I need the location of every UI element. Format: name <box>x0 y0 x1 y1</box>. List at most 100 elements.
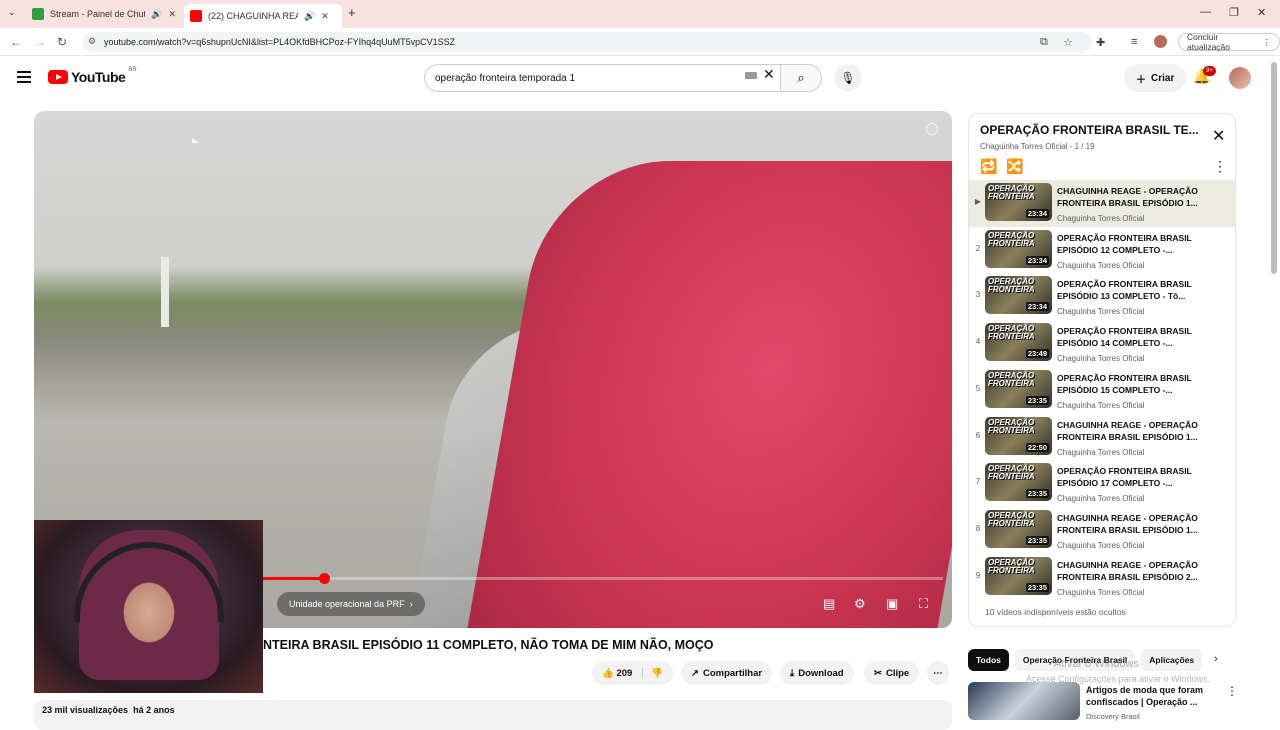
address-bar-row: ← → ↻ ⚙ youtube.com/watch?v=q6shupnUcNI&… <box>0 28 1280 56</box>
playlist-item[interactable]: ▶ OPERAÇÃO FRONTEIRA 23:34 CHAGUINHA REAGE … <box>969 180 1235 227</box>
info-icon[interactable] <box>926 123 938 135</box>
recommendation-thumbnail[interactable] <box>968 682 1080 720</box>
back-icon[interactable]: ← <box>10 35 22 49</box>
playlist-title[interactable]: OPERAÇÃO FRONTEIRA BRASIL TE... <box>980 123 1202 137</box>
chip-aplicacoes[interactable]: Aplicações <box>1141 649 1203 671</box>
close-icon[interactable]: ✕ <box>321 11 329 22</box>
shuffle-icon[interactable]: 🔀 <box>1006 158 1023 175</box>
scrubber-handle[interactable] <box>319 573 331 584</box>
minimize-icon[interactable]: — <box>1200 6 1211 18</box>
update-label: Concluir atualização <box>1187 32 1231 52</box>
media-control-icon[interactable]: ≡ <box>1131 36 1137 48</box>
create-button[interactable]: ＋ Criar <box>1124 64 1187 92</box>
windows-activation-title: Ativar o Windows <box>1054 658 1139 670</box>
download-label: Download <box>798 667 844 679</box>
close-window-icon[interactable]: ✕ <box>1257 6 1266 19</box>
fullscreen-icon[interactable]: ⛶ <box>919 596 928 612</box>
subtitles-icon[interactable]: ▤ <box>823 596 835 612</box>
playlist-item-channel: Chaguinha Torres Oficial <box>1057 400 1145 410</box>
recommendation-item[interactable]: Artigos de moda que foram confiscados | … <box>968 682 1238 721</box>
notification-badge: 9+ <box>1203 66 1216 76</box>
page-scrollbar[interactable] <box>1271 62 1277 274</box>
playlist-thumbnail[interactable]: OPERAÇÃO FRONTEIRA 23:34 <box>985 229 1052 268</box>
playlist-item[interactable]: 9 OPERAÇÃO FRONTEIRA 23:35 CHAGUINHA REAGE … <box>969 554 1235 601</box>
tab-stream[interactable]: Stream - Painel de Chutes 🔊 ✕ <box>26 4 182 24</box>
clip-button[interactable]: ✂ Clipe <box>864 661 920 685</box>
extensions-icon[interactable]: ✚ <box>1096 36 1105 49</box>
chapter-chip[interactable]: Unidade operacional da PRF › <box>277 592 425 616</box>
keyboard-icon[interactable] <box>745 72 757 79</box>
dislike-button[interactable]: 👎 <box>642 667 663 679</box>
youtube-logo[interactable]: YouTube BR <box>48 67 137 85</box>
more-vert-icon[interactable]: ⋮ <box>1226 684 1238 698</box>
miniplayer-icon[interactable]: ▣ <box>886 596 898 612</box>
playlist-thumbnail[interactable]: OPERAÇÃO FRONTEIRA 23:35 <box>985 369 1052 408</box>
loop-icon[interactable]: 🔁 <box>980 158 997 175</box>
like-dislike-group: 👍 209 👎 <box>592 661 674 685</box>
account-avatar[interactable] <box>1229 67 1251 89</box>
install-icon[interactable]: ⧉ <box>1040 36 1048 49</box>
playlist-thumbnail[interactable]: OPERAÇÃO FRONTEIRA 22:50 <box>985 416 1052 455</box>
like-button[interactable]: 👍 209 <box>602 668 632 679</box>
playlist-item[interactable]: 2 OPERAÇÃO FRONTEIRA 23:34 OPERAÇÃO FRONTEI… <box>969 227 1235 274</box>
speaker-icon[interactable]: 🔊 <box>151 9 162 20</box>
playlist-thumbnail[interactable]: OPERAÇÃO FRONTEIRA 23:34 <box>985 276 1052 315</box>
playlist-panel: OPERAÇÃO FRONTEIRA BRASIL TE... Chaguinh… <box>968 113 1236 627</box>
playlist-thumbnail[interactable]: OPERAÇÃO FRONTEIRA 23:49 <box>985 323 1052 362</box>
playlist-item[interactable]: 5 OPERAÇÃO FRONTEIRA 23:35 OPERAÇÃO FRONTEI… <box>969 367 1235 414</box>
voice-search-button[interactable]: 🎙 <box>834 64 862 92</box>
playlist-item[interactable]: 6 OPERAÇÃO FRONTEIRA 22:50 CHAGUINHA REAGE … <box>969 414 1235 461</box>
new-tab-button[interactable]: + <box>348 5 356 20</box>
playlist-thumbnail[interactable]: OPERAÇÃO FRONTEIRA 23:35 <box>985 556 1052 595</box>
tab-youtube[interactable]: (22) CHAGUINHA REAGE - ( 🔊 ✕ <box>184 4 342 28</box>
site-info-icon[interactable]: ⚙ <box>88 36 96 47</box>
create-label: Criar <box>1151 72 1175 84</box>
search-input[interactable]: operação fronteira temporada 1 <box>424 64 780 92</box>
url-field[interactable]: ⚙ youtube.com/watch?v=q6shupnUcNI&list=P… <box>82 32 1092 52</box>
close-icon[interactable]: ✕ <box>168 9 176 20</box>
settings-gear-icon[interactable]: ⚙ <box>854 596 866 612</box>
playlist-item[interactable]: 8 OPERAÇÃO FRONTEIRA 23:35 CHAGUINHA REAGE … <box>969 507 1235 554</box>
playlist-thumbnail[interactable]: OPERAÇÃO FRONTEIRA 23:34 <box>985 183 1052 221</box>
playlist-item[interactable]: 7 OPERAÇÃO FRONTEIRA 23:35 OPERAÇÃO FRONTEI… <box>969 460 1235 507</box>
more-vert-icon[interactable]: ⋮ <box>1213 158 1227 175</box>
forward-icon[interactable]: → <box>34 35 46 49</box>
duration-badge: 23:49 <box>1025 349 1049 359</box>
upload-date: há 2 anos <box>133 705 175 715</box>
playlist-index: 5 <box>975 383 981 393</box>
share-button[interactable]: ↗ Compartilhar <box>681 661 773 685</box>
progress-fill <box>263 577 325 580</box>
menu-icon[interactable] <box>17 71 31 86</box>
duration-badge: 23:34 <box>1025 255 1049 265</box>
playlist-index: 4 <box>975 337 981 347</box>
speaker-icon[interactable]: 🔊 <box>304 11 315 22</box>
tab-list-icon[interactable]: ⌄ <box>8 7 16 18</box>
reload-icon[interactable]: ↻ <box>57 35 67 49</box>
playlist-item-title: OPERAÇÃO FRONTEIRA BRASIL EPISÓDIO 15 CO… <box>1057 372 1192 395</box>
profile-avatar[interactable] <box>1154 35 1167 48</box>
clear-search-icon[interactable]: ✕ <box>763 66 775 83</box>
more-vert-icon: ⋮ <box>1262 36 1272 47</box>
playlist-item[interactable]: 4 OPERAÇÃO FRONTEIRA 23:49 OPERAÇÃO FRONTEI… <box>969 320 1235 367</box>
progress-bar[interactable] <box>263 573 943 584</box>
thumbnail-text: OPERAÇÃO FRONTEIRA <box>988 510 1035 528</box>
description-box[interactable]: 23 mil visualizações há 2 anos <box>34 700 952 730</box>
update-button[interactable]: Concluir atualização ⋮ <box>1178 32 1280 52</box>
bookmark-star-icon[interactable]: ☆ <box>1063 36 1073 49</box>
playlist-item[interactable]: 3 OPERAÇÃO FRONTEIRA 23:34 OPERAÇÃO FRONTEI… <box>969 273 1235 320</box>
chevron-right-icon[interactable]: › <box>1214 653 1218 665</box>
duration-badge: 23:35 <box>1025 489 1049 499</box>
hidden-videos-note[interactable]: 10 vídeos indisponíveis estão ocultos <box>985 607 1126 617</box>
chapter-label: Unidade operacional da PRF <box>289 599 405 609</box>
chip-todos[interactable]: Todos <box>968 649 1009 671</box>
close-icon[interactable]: ✕ <box>1212 126 1225 146</box>
more-actions-button[interactable]: ⋯ <box>927 661 949 685</box>
share-label: Compartilhar <box>702 667 763 679</box>
playlist-index: 8 <box>975 523 981 533</box>
playlist-thumbnail[interactable]: OPERAÇÃO FRONTEIRA 23:35 <box>985 463 1052 502</box>
search-button[interactable]: ⌕ <box>780 64 822 92</box>
download-button[interactable]: ⤓ Download <box>780 661 854 685</box>
playlist-thumbnail[interactable]: OPERAÇÃO FRONTEIRA 23:35 <box>985 509 1052 548</box>
thumbnail-text: OPERAÇÃO FRONTEIRA <box>988 324 1035 342</box>
restore-icon[interactable]: ❐ <box>1229 6 1239 19</box>
